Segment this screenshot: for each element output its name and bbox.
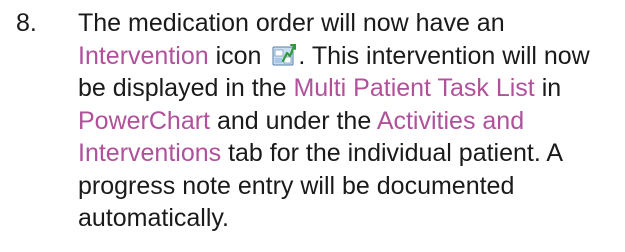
step-number: 8. bbox=[16, 9, 37, 37]
keyword-intervention: Intervention bbox=[78, 41, 209, 70]
keyword-multi-patient-task-list: Multi Patient Task List bbox=[293, 74, 535, 102]
text-segment: icon bbox=[208, 41, 269, 70]
intervention-icon bbox=[271, 43, 297, 67]
instruction-step: 8. The medication order will now have an… bbox=[0, 0, 625, 252]
keyword-powerchart: PowerChart bbox=[78, 106, 210, 135]
text-segment: in bbox=[534, 74, 562, 102]
text-segment: The medication order will now have an bbox=[78, 9, 505, 37]
step-text: The medication order will now have an In… bbox=[78, 7, 613, 235]
text-segment: and under the bbox=[210, 106, 377, 135]
